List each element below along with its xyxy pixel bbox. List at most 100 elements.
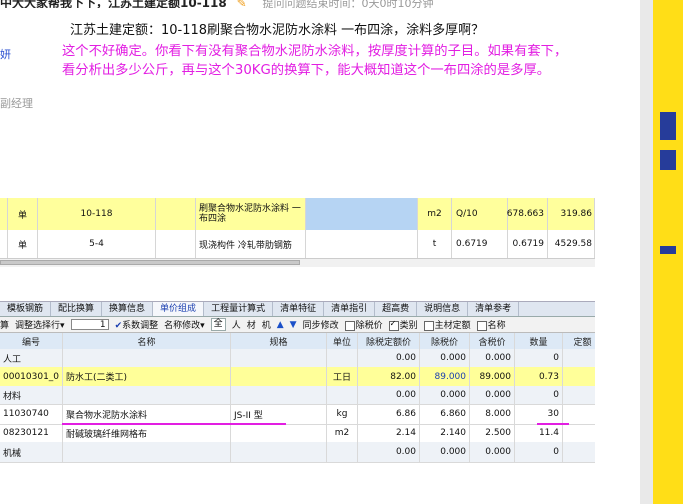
filter-all-button[interactable]: 全 <box>210 318 226 331</box>
row-code: 10-118 <box>38 198 156 230</box>
row-unit: m2 <box>418 198 452 230</box>
cell-quantity: 30 <box>515 404 563 424</box>
side-user-role: 副经理 <box>0 97 33 110</box>
tab-list-reference[interactable]: 清单参考 <box>468 302 520 316</box>
question-title[interactable]: 中大大家帮我下下，江苏土建定额10-118 <box>0 0 227 8</box>
class-checkbox[interactable]: 类别 <box>388 318 418 331</box>
header-base-price[interactable]: 除税定额价 <box>358 333 420 349</box>
tab-list-features[interactable]: 清单特征 <box>273 302 325 316</box>
cell-base-price: 2.14 <box>358 424 420 442</box>
pricing-software-screenshot: 单 10-118 刷聚合物水泥防水涂料 一布四涂 m2 Q/10 678.663… <box>0 196 595 465</box>
header-code[interactable]: 编号 <box>0 333 63 349</box>
cell-name: 防水工(二类工) <box>63 367 231 386</box>
row-qty: Q/10 <box>452 198 508 230</box>
cell-spec <box>231 349 327 367</box>
tab-quantity-formula[interactable]: 工程量计算式 <box>204 302 274 316</box>
scrollbar-thumb[interactable] <box>0 260 300 265</box>
main-quota-checkbox[interactable]: 主材定额 <box>423 318 471 331</box>
row-type: 单 <box>8 198 38 230</box>
answer-line-1: 这个不好确定。你看下有没有聚合物水泥防水涂料，按厚度计算的子目。如果有套下， <box>62 44 568 59</box>
cell-quantity: 0 <box>515 386 563 404</box>
side-user-name[interactable]: 妍 <box>0 46 11 62</box>
coefficient-spinner[interactable]: 1 <box>70 319 109 330</box>
tab-list-guide[interactable]: 清单指引 <box>324 302 376 316</box>
table-row[interactable]: 人工 0.00 0.000 0.000 0 <box>0 349 595 368</box>
cell-name <box>63 442 231 462</box>
cell-unit: m2 <box>327 424 358 442</box>
cell-code: 11030740 <box>0 404 63 424</box>
cell-unit: 工日 <box>327 367 358 386</box>
tax-label: 除税价 <box>355 321 383 331</box>
scrollbar-gutter[interactable] <box>640 0 653 504</box>
answer-text: 这个不好确定。你看下有没有聚合物水泥防水涂料，按厚度计算的子目。如果有套下， 看… <box>62 42 662 80</box>
quota-row[interactable]: 单 5-4 现浇构件 冷轧带肋钢筋 t 0.6719 0.6719 4529.5… <box>0 230 595 259</box>
tab-unit-price[interactable]: 单价组成 <box>153 302 205 316</box>
quota-row[interactable]: 单 10-118 刷聚合物水泥防水涂料 一布四涂 m2 Q/10 678.663… <box>0 198 595 231</box>
header-spec[interactable]: 规格 <box>231 333 327 349</box>
row-name: 刷聚合物水泥防水涂料 一布四涂 <box>196 198 306 230</box>
adjust-row-label: 调整选择行 <box>15 321 61 331</box>
cell-name: 耐碱玻璃纤维网格布 <box>63 424 231 442</box>
note-icon: ✎ <box>236 0 247 8</box>
table-row[interactable]: 机械 0.00 0.000 0.000 0 <box>0 442 595 463</box>
tab-overheight-fee[interactable]: 超高费 <box>375 302 418 316</box>
cell-pretax-price: 0.000 <box>420 386 470 404</box>
table-row[interactable]: 11030740 聚合物水泥防水涂料 JS-II 型 kg 6.86 6.860… <box>0 404 595 425</box>
cell-spec <box>231 386 327 404</box>
header-name[interactable]: 名称 <box>63 333 231 349</box>
cell-pretax-price: 0.000 <box>420 349 470 367</box>
move-down-icon[interactable]: ▼ <box>290 320 297 330</box>
cell-code: 00010301_0 <box>0 367 63 386</box>
header-taxed-price[interactable]: 含税价 <box>470 333 515 349</box>
banner-glyph <box>660 150 676 170</box>
filter-material-button[interactable]: 材 <box>247 318 256 331</box>
cell-taxed-price: 0.000 <box>470 349 515 367</box>
cell-pretax-price: 89.000 <box>420 367 470 386</box>
filter-labor-button[interactable]: 人 <box>232 318 241 331</box>
table-row[interactable]: 08230121 耐碱玻璃纤维网格布 m2 2.14 2.140 2.500 1… <box>0 424 595 443</box>
tab-convert-info[interactable]: 换算信息 <box>102 302 154 316</box>
tax-checkbox[interactable]: 除税价 <box>344 318 383 331</box>
cell-quota <box>563 386 595 404</box>
sync-modify-label[interactable]: 同步修改 <box>303 318 339 331</box>
coefficient-adjust-label: 系数调整 <box>122 321 159 331</box>
name-checkbox[interactable]: 名称 <box>476 318 506 331</box>
row-value-1: 0.6719 <box>508 230 548 258</box>
cell-spec <box>231 442 327 462</box>
row-qty: 0.6719 <box>452 230 508 258</box>
cell-quantity: 11.4 <box>515 424 563 442</box>
coefficient-adjust-button[interactable]: ✔系数调整 <box>115 318 159 331</box>
cell-pretax-price: 0.000 <box>420 442 470 462</box>
header-unit[interactable]: 单位 <box>327 333 358 349</box>
cell-quota <box>563 367 595 386</box>
cell-unit <box>327 349 358 367</box>
name-checkbox-label: 名称 <box>487 321 506 331</box>
banner-glyph <box>660 112 676 140</box>
cell-pretax-price: 6.860 <box>420 404 470 424</box>
filter-machine-button[interactable]: 机 <box>262 318 271 331</box>
header-pretax-price[interactable]: 除税价 <box>420 333 470 349</box>
tab-template-rebar[interactable]: 模板钢筋 <box>0 302 52 316</box>
adjust-row-dropdown[interactable]: 调整选择行▾ <box>15 318 65 331</box>
calc-label: 算 <box>0 321 10 331</box>
cell-taxed-price: 89.000 <box>470 367 515 386</box>
cell-code: 人工 <box>0 349 63 367</box>
annotation-underline <box>62 423 286 425</box>
tab-mix-convert[interactable]: 配比换算 <box>51 302 103 316</box>
table-row[interactable]: 材料 0.00 0.000 0.000 0 <box>0 386 595 405</box>
cell-unit <box>327 442 358 462</box>
checkbox-unchecked <box>476 320 487 331</box>
name-modify-dropdown[interactable]: 名称修改▾ <box>164 318 205 331</box>
question-text: 江苏土建定额：10-118刷聚合物水泥防水涂料 一布四涂，涂料多厚啊？ <box>70 23 485 38</box>
tab-description[interactable]: 说明信息 <box>417 302 469 316</box>
move-up-icon[interactable]: ▲ <box>277 320 284 330</box>
cell-spec <box>231 367 327 386</box>
header-quantity[interactable]: 数量 <box>515 333 563 349</box>
cell-spec <box>231 424 327 442</box>
cell-base-price: 0.00 <box>358 349 420 367</box>
table-row[interactable]: 00010301_0 防水工(二类工) 工日 82.00 89.000 89.0… <box>0 367 595 387</box>
checkbox-unchecked <box>344 320 355 331</box>
header-quota[interactable]: 定额 <box>563 333 595 349</box>
cell-taxed-price: 2.500 <box>470 424 515 442</box>
cell-name: 聚合物水泥防水涂料 <box>63 404 231 424</box>
